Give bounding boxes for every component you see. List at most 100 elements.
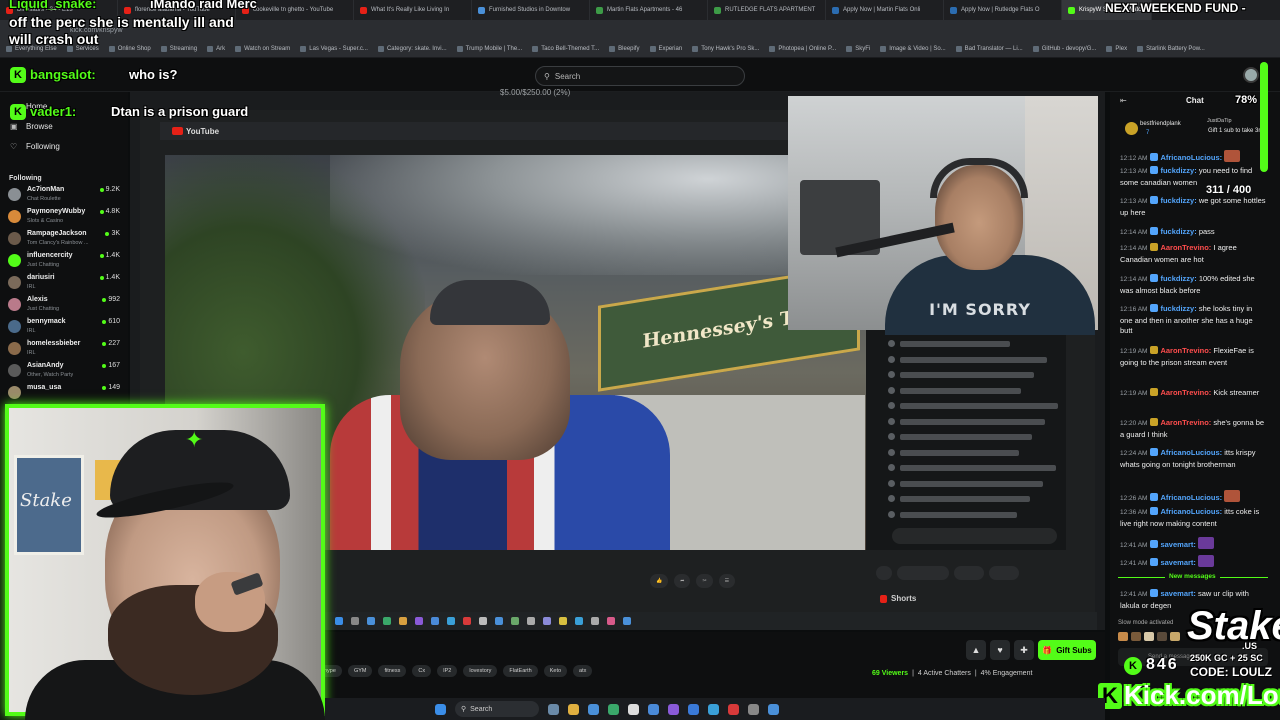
chrome-icon[interactable] xyxy=(648,703,659,715)
chip xyxy=(897,566,949,580)
chat-username[interactable]: AaronTrevino: xyxy=(1160,418,1211,427)
taskbar-app-icon[interactable] xyxy=(548,703,559,715)
facecam-art-text: Stake xyxy=(20,490,72,511)
sidebar-item-following[interactable]: ♡ Following xyxy=(10,142,60,151)
pinned-user[interactable]: bestfriendplank xyxy=(1140,121,1181,127)
bookmark-item[interactable]: Plex xyxy=(1106,46,1127,52)
chat-username[interactable]: AfricanoLucious: xyxy=(1160,153,1222,162)
browser-tab[interactable]: What It's Really Like Living In xyxy=(354,0,472,20)
chat-username[interactable]: fuckdizzy: xyxy=(1160,274,1196,283)
stream-stats: 69 Viewers | 4 Active Chatters | 4% Enga… xyxy=(872,670,1032,677)
chat-username[interactable]: fuckdizzy: xyxy=(1160,166,1196,175)
taskbar-app-icon[interactable] xyxy=(728,703,739,715)
browser-tab-label: Furnished Studios in Downtow xyxy=(489,7,571,13)
taskbar-search[interactable]: ⚲ Search xyxy=(455,701,539,717)
bookmark-item[interactable]: Taco Bell-Themed T... xyxy=(532,46,599,52)
youtube-shorts: Shorts xyxy=(880,594,916,603)
chat-emote xyxy=(1224,150,1241,162)
sidebar-item-browse[interactable]: ▣ Browse xyxy=(10,122,53,131)
clip-pill: ✂ xyxy=(696,574,713,588)
browser-tab[interactable]: Furnished Studios in Downtow xyxy=(472,0,590,20)
stream-tag[interactable]: Cx xyxy=(412,665,432,677)
windows-start-icon[interactable] xyxy=(435,703,446,715)
chat-username[interactable]: AaronTrevino: xyxy=(1160,346,1211,355)
sidebar-channel[interactable]: influencercity Just Chatting 1.4K xyxy=(8,251,124,273)
follow-button[interactable]: ♥ xyxy=(990,640,1010,660)
bookmark-item[interactable]: Photopea | Online P... xyxy=(769,46,836,52)
bookmark-item[interactable]: Experian xyxy=(650,46,683,52)
bookmark-item[interactable]: Starlink Battery Pow... xyxy=(1137,46,1205,52)
youtube-header xyxy=(160,122,800,140)
bookmark-item[interactable]: Bad Translator — Li... xyxy=(956,46,1023,52)
chat-username[interactable]: fuckdizzy: xyxy=(1160,196,1196,205)
browser-tab[interactable]: Apply Now | Rutledge Flats O xyxy=(944,0,1062,20)
new-messages-label[interactable]: New messages xyxy=(1165,573,1220,580)
taskbar-app-icon[interactable] xyxy=(588,703,599,715)
chat-username[interactable]: savemart: xyxy=(1160,589,1195,598)
bookmark-item[interactable]: SkyFi xyxy=(846,46,870,52)
folder-icon[interactable] xyxy=(568,703,579,715)
search-input[interactable]: ⚲ Search xyxy=(535,66,745,86)
stream-tag[interactable]: fitness xyxy=(378,665,407,677)
taskbar-app-icon[interactable] xyxy=(628,703,639,715)
browser-tab[interactable]: Apply Now | Martin Flats Onli xyxy=(826,0,944,20)
stream-tag[interactable]: atx xyxy=(573,665,593,677)
browser-tab[interactable]: RUTLEDGE FLATS APARTMENT xyxy=(708,0,826,20)
collapse-chat-icon[interactable]: ⇤ xyxy=(1120,96,1127,105)
taskbar-app-icon[interactable] xyxy=(768,703,779,715)
stream-tag[interactable]: IP2 xyxy=(437,665,458,677)
sidebar-channel[interactable]: RampageJackson Tom Clancy's Rainbow ... 3K xyxy=(8,229,124,251)
bookmark-item[interactable]: Tony Hawk's Pro Sk... xyxy=(692,46,759,52)
chat-username[interactable]: savemart: xyxy=(1160,540,1195,549)
shared-taskbar xyxy=(325,612,1097,630)
sidebar-channel[interactable]: AsianAndy Other, Watch Party 167 xyxy=(8,361,124,383)
gift-subs-button[interactable]: 🎁 Gift Subs xyxy=(1038,640,1096,660)
stream-tag[interactable]: Keto xyxy=(543,665,568,677)
chat-username[interactable]: AaronTrevino: xyxy=(1160,243,1211,252)
browser-tab[interactable]: Martin Flats Apartments - 46 xyxy=(590,0,708,20)
chat-username[interactable]: fuckdizzy: xyxy=(1160,304,1196,313)
sidebar-channel[interactable]: bennymack IRL 610 xyxy=(8,317,124,339)
emote-icon[interactable] xyxy=(1131,632,1141,641)
chat-username[interactable]: AaronTrevino: xyxy=(1160,388,1211,397)
stream-tag[interactable]: GYM xyxy=(347,665,373,677)
channel-category: Slots & Casino xyxy=(27,218,64,224)
bookmark-item[interactable]: Las Vegas - Super.c... xyxy=(300,46,368,52)
taskbar-app-icon[interactable] xyxy=(688,703,699,715)
emote-icon[interactable] xyxy=(1118,632,1128,641)
chat-message: 12:41 AM savemart: xyxy=(1120,537,1266,552)
chat-username[interactable]: AfricanoLucious: xyxy=(1160,507,1222,516)
bookmark-item[interactable]: GitHub - devopy/G... xyxy=(1033,46,1097,52)
sidebar-channel[interactable]: musa_usa 149 xyxy=(8,383,124,405)
bookmark-item[interactable]: Category: skate. Invi... xyxy=(378,46,447,52)
taskbar-app-icon[interactable] xyxy=(608,703,619,715)
edge-icon[interactable] xyxy=(708,703,719,715)
more-button[interactable]: ✚ xyxy=(1014,640,1034,660)
stream-tag[interactable]: lovestory xyxy=(463,665,498,677)
ghost-chat-line xyxy=(900,434,1032,440)
user-avatar[interactable] xyxy=(1243,67,1259,83)
pinned2-user[interactable]: JustDaTip xyxy=(1207,118,1232,124)
taskbar-app-icon[interactable] xyxy=(748,703,759,715)
emote-icon[interactable] xyxy=(1144,632,1154,641)
sidebar-channel[interactable]: PaymoneyWubby Slots & Casino 4.8K xyxy=(8,207,124,229)
chat-username[interactable]: AfricanoLucious: xyxy=(1160,493,1222,502)
chat-username[interactable]: AfricanoLucious: xyxy=(1160,448,1222,457)
emote-icon[interactable] xyxy=(1157,632,1167,641)
taskbar-app-icon[interactable] xyxy=(668,703,679,715)
sidebar-channel[interactable]: Ac7ionMan Chat Roulette 9.2K xyxy=(8,185,124,207)
ghost-chat-avatar xyxy=(888,417,895,425)
shared-taskbar-icon xyxy=(527,617,535,625)
stream-tag[interactable]: FlatEarth xyxy=(503,665,538,677)
sidebar-channel[interactable]: dariusiri IRL 1.4K xyxy=(8,273,124,295)
emote-icon[interactable] xyxy=(1170,632,1180,641)
sidebar-channel[interactable]: Alexis Just Chatting 992 xyxy=(8,295,124,317)
chat-username[interactable]: fuckdizzy: xyxy=(1160,227,1196,236)
sidebar-channel[interactable]: homelessbieber IRL 227 xyxy=(8,339,124,361)
notification-bell-button[interactable]: ▲ xyxy=(966,640,986,660)
chat-username[interactable]: savemart: xyxy=(1160,558,1195,567)
bookmark-item[interactable]: Bleepify xyxy=(609,46,639,52)
shared-taskbar-icon xyxy=(607,617,615,625)
bookmark-item[interactable]: Image & Video | So... xyxy=(880,46,945,52)
bookmark-item[interactable]: Trump Mobile | The... xyxy=(457,46,523,52)
